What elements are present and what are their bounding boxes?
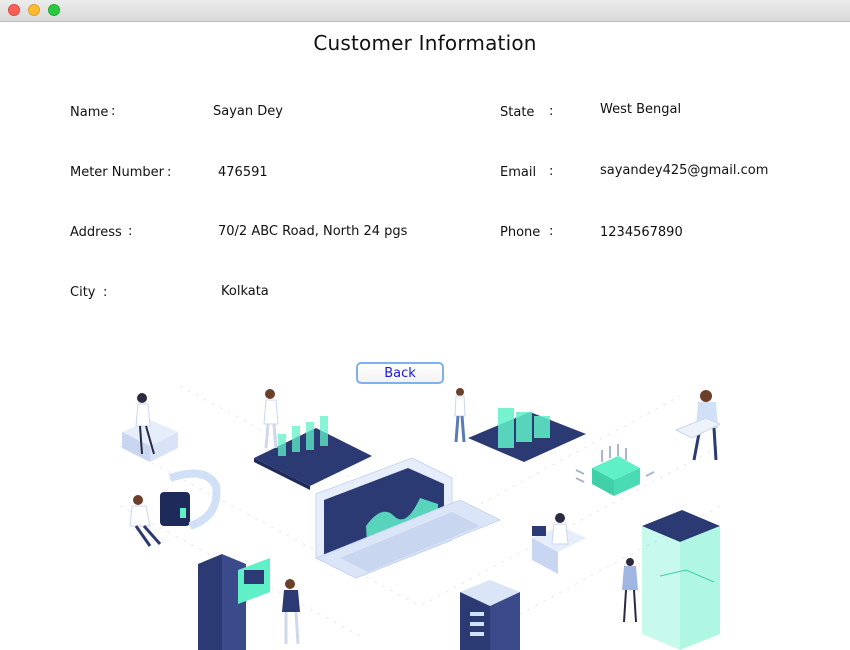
- meter-number-label: Meter Number: [70, 165, 165, 180]
- name-label: Name: [70, 105, 109, 120]
- minimize-window-button[interactable]: [28, 4, 40, 16]
- state-colon: :: [549, 104, 554, 119]
- phone-colon: :: [549, 224, 554, 239]
- server-rack-icon: [460, 580, 520, 650]
- meter-number-colon: :: [167, 165, 172, 180]
- phone-value: 1234567890: [600, 225, 683, 240]
- address-value: 70/2 ABC Road, North 24 pgs: [218, 224, 408, 239]
- chart-platform-right-icon: [454, 388, 586, 462]
- meter-number-value: 476591: [218, 165, 268, 180]
- window-titlebar: [0, 0, 850, 22]
- isometric-tech-people-illustration-icon: [120, 386, 720, 650]
- address-label: Address: [70, 225, 122, 240]
- name-colon: :: [111, 104, 116, 119]
- close-window-button[interactable]: [8, 4, 20, 16]
- glass-cube-icon: [622, 510, 720, 650]
- state-value: West Bengal: [600, 102, 682, 117]
- email-label: Email: [500, 165, 537, 180]
- city-value: Kolkata: [221, 284, 269, 299]
- email-colon: :: [549, 164, 554, 179]
- zoom-window-button[interactable]: [48, 4, 60, 16]
- card-reader-icon: [129, 469, 221, 547]
- left-woman-desk-icon: [122, 393, 178, 462]
- right-man-desk-icon: [674, 390, 720, 461]
- document-panel-icon: [198, 554, 300, 650]
- woman-at-laptop-icon: [532, 513, 586, 574]
- phone-label: Phone: [500, 225, 541, 240]
- address-colon: :: [128, 224, 133, 239]
- chip-icon: [575, 444, 655, 496]
- back-button[interactable]: Back: [356, 362, 444, 384]
- city-label: City: [70, 285, 96, 300]
- page-title: Customer Information: [313, 31, 537, 55]
- name-value: Sayan Dey: [213, 104, 283, 119]
- state-label: State: [500, 105, 535, 120]
- laptop-icon: [314, 457, 502, 579]
- city-colon: :: [103, 285, 108, 300]
- email-value: sayandey425@gmail.com: [600, 163, 769, 178]
- chart-platform-left-icon: [254, 389, 372, 490]
